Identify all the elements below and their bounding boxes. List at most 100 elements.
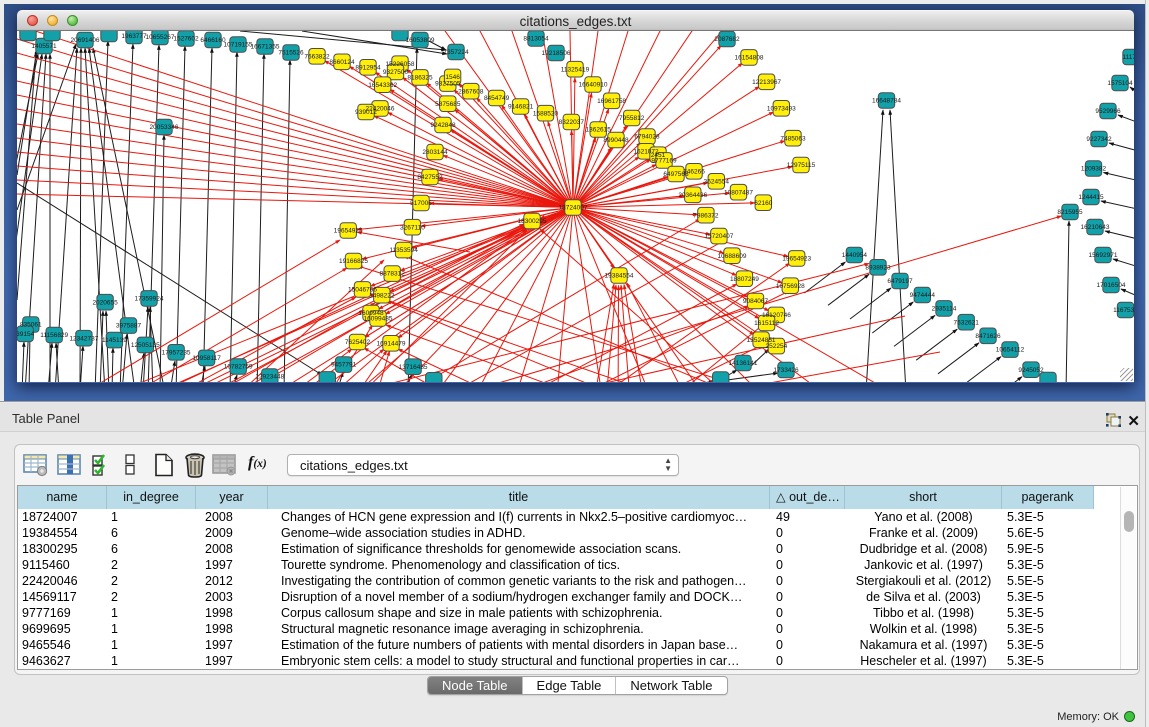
svg-text:9242848: 9242848: [430, 122, 456, 129]
svg-text:8878312: 8878312: [380, 271, 406, 278]
svg-text:17359924: 17359924: [135, 296, 164, 303]
svg-text:1527602: 1527602: [173, 36, 199, 43]
svg-text:9146821: 9146821: [508, 104, 534, 111]
svg-text:2803144: 2803144: [422, 149, 448, 156]
svg-text:1546: 1546: [445, 74, 460, 81]
svg-text:2867608: 2867608: [458, 88, 484, 95]
svg-text:18807249: 18807249: [730, 276, 759, 283]
svg-text:8322037: 8322037: [559, 119, 585, 126]
svg-text:10688609: 10688609: [718, 253, 747, 260]
svg-text:14136141: 14136141: [729, 360, 758, 367]
svg-text:9327500: 9327500: [383, 69, 409, 76]
svg-text:10719155: 10719155: [224, 42, 253, 49]
svg-text:517006: 517006: [410, 200, 432, 207]
svg-text:16543362: 16543362: [368, 82, 397, 89]
svg-text:835061: 835061: [20, 322, 42, 329]
svg-text:9529966: 9529966: [1095, 108, 1121, 115]
svg-text:9227342: 9227342: [1086, 136, 1112, 143]
svg-text:1145139: 1145139: [102, 337, 127, 344]
svg-text:10958117: 10958117: [192, 355, 221, 362]
svg-text:1244415: 1244415: [1078, 194, 1104, 201]
svg-text:7632621: 7632621: [954, 319, 980, 326]
svg-text:8186325: 8186325: [407, 75, 433, 82]
svg-text:19218506: 19218506: [542, 50, 571, 57]
svg-text:1963777: 1963777: [121, 33, 147, 40]
svg-text:1362615: 1362615: [586, 127, 612, 134]
svg-text:5875685: 5875685: [435, 101, 461, 108]
svg-text:19166825: 19166825: [339, 258, 368, 265]
svg-text:939012: 939012: [355, 109, 377, 116]
svg-text:1405571: 1405571: [31, 43, 57, 50]
svg-text:18300295: 18300295: [518, 218, 547, 225]
svg-text:20364436: 20364436: [678, 192, 707, 199]
svg-text:7357224: 7357224: [443, 49, 469, 56]
svg-text:10655267: 10655267: [146, 34, 175, 41]
svg-text:3267110: 3267110: [400, 224, 425, 231]
svg-text:18724007: 18724007: [559, 205, 588, 212]
svg-text:10756928: 10756928: [776, 283, 805, 290]
svg-text:16961758: 16961758: [597, 98, 626, 105]
svg-text:8471626: 8471626: [975, 333, 1001, 340]
svg-text:19654923: 19654923: [782, 256, 811, 263]
svg-text:7515526: 7515526: [278, 50, 304, 57]
svg-text:7625402: 7625402: [345, 339, 371, 346]
svg-text:1615112: 1615112: [754, 320, 779, 327]
svg-text:10807487: 10807487: [724, 189, 753, 196]
svg-text:11353594: 11353594: [389, 247, 418, 254]
svg-text:10973493: 10973493: [767, 105, 796, 112]
svg-text:252254: 252254: [766, 343, 788, 350]
svg-text:16154808: 16154808: [735, 55, 764, 62]
svg-text:8990448: 8990448: [603, 137, 629, 144]
svg-text:7485063: 7485063: [780, 135, 806, 142]
svg-text:7663822: 7663822: [304, 53, 330, 60]
svg-text:16120746: 16120746: [762, 312, 791, 319]
svg-text:15720407: 15720407: [704, 233, 733, 240]
svg-text:2020655: 2020655: [92, 299, 118, 306]
svg-text:16648784: 16648784: [872, 98, 901, 105]
svg-text:3624554: 3624554: [704, 178, 730, 185]
svg-text:9457791: 9457791: [331, 362, 357, 369]
svg-text:15226058: 15226058: [386, 61, 415, 68]
svg-text:19654925: 19654925: [334, 228, 363, 235]
svg-text:9327505: 9327505: [435, 81, 461, 88]
svg-text:12975115: 12975115: [787, 162, 816, 169]
svg-text:1498222: 1498222: [369, 292, 395, 299]
svg-text:16671355: 16671355: [251, 44, 280, 51]
svg-text:2087682: 2087682: [714, 36, 740, 43]
svg-text:1440954: 1440954: [842, 252, 868, 259]
svg-text:9245052: 9245052: [1018, 367, 1044, 374]
svg-text:6466160: 6466160: [200, 37, 226, 44]
svg-text:7955812: 7955812: [619, 115, 645, 122]
svg-text:1575104: 1575104: [1107, 80, 1133, 87]
svg-text:9777169: 9777169: [651, 158, 677, 165]
svg-text:1588520: 1588520: [533, 110, 559, 117]
svg-text:13716485: 13716485: [399, 364, 428, 371]
svg-text:8912954: 8912954: [355, 64, 381, 71]
svg-text:11325419: 11325419: [561, 66, 590, 73]
svg-text:15692971: 15692971: [1089, 252, 1118, 259]
svg-text:16914479: 16914479: [377, 340, 406, 347]
svg-text:8813054: 8813054: [523, 36, 549, 43]
svg-text:16053809: 16053809: [406, 37, 435, 44]
svg-text:39154: 39154: [17, 331, 35, 338]
svg-text:11156829: 11156829: [40, 332, 68, 339]
svg-text:1167533: 1167533: [1113, 307, 1134, 314]
svg-text:12342737: 12342737: [69, 335, 98, 342]
svg-text:8427552: 8427552: [417, 174, 443, 181]
svg-text:17016504: 17016504: [1097, 282, 1126, 289]
svg-text:12923448: 12923448: [255, 374, 284, 381]
svg-text:12213967: 12213967: [752, 79, 781, 86]
svg-text:16210643: 16210643: [1081, 224, 1110, 231]
svg-text:12505135: 12505135: [131, 342, 160, 349]
svg-text:19384554: 19384554: [605, 273, 634, 280]
svg-text:3975887: 3975887: [116, 323, 142, 330]
svg-text:17957235: 17957235: [162, 349, 191, 356]
svg-text:10654112: 10654112: [996, 347, 1025, 354]
svg-text:8660124: 8660124: [329, 59, 355, 66]
svg-text:2935114: 2935114: [932, 306, 957, 313]
svg-text:8215955: 8215955: [1057, 209, 1083, 216]
svg-text:6794028: 6794028: [634, 134, 660, 141]
svg-text:8454749: 8454749: [484, 95, 510, 102]
svg-text:16099485: 16099485: [364, 316, 393, 323]
svg-text:11174: 11174: [1122, 54, 1134, 61]
